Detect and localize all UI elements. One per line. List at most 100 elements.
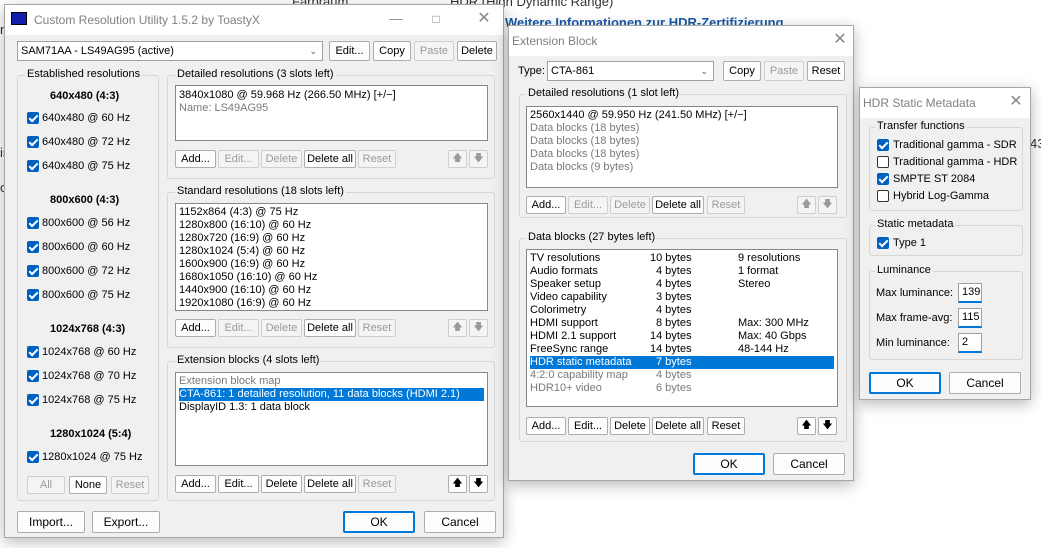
list-item[interactable]: Data blocks (18 bytes) [530, 122, 834, 135]
list-item[interactable]: DisplayID 1.3: 1 data block [179, 401, 484, 414]
list-item[interactable]: 2560x1440 @ 59.950 Hz (241.50 MHz) [+/−] [530, 109, 834, 122]
copy-button[interactable]: Copy [723, 61, 761, 81]
checkbox[interactable] [877, 139, 889, 151]
table-row[interactable]: Video capability 3 bytes [530, 291, 834, 304]
reset-button[interactable]: Reset [111, 476, 149, 494]
checkbox[interactable] [27, 112, 39, 124]
delete-button[interactable]: Delete [610, 417, 650, 435]
delete-button[interactable]: Delete [610, 196, 650, 214]
table-row[interactable]: TV resolutions 10 bytes 9 resolutions [530, 252, 834, 265]
arrow-up-icon[interactable]: 🡅 [448, 319, 467, 337]
table-row[interactable]: Speaker setup 4 bytes Stereo [530, 278, 834, 291]
delete-all-button[interactable]: Delete all [304, 319, 356, 337]
add-button[interactable]: Add... [175, 475, 216, 493]
reset-button[interactable]: Reset [807, 61, 845, 81]
checkbox[interactable] [27, 136, 39, 148]
checkbox[interactable] [27, 241, 39, 253]
checkbox[interactable] [877, 173, 889, 185]
add-button[interactable]: Add... [175, 150, 216, 168]
arrow-up-icon[interactable]: 🡅 [448, 150, 467, 168]
standard-resolutions-list[interactable]: 1152x864 (4:3) @ 75 Hz 1280x800 (16:10) … [175, 203, 488, 311]
checkbox[interactable] [27, 265, 39, 277]
data-blocks-list[interactable]: TV resolutions 10 bytes 9 resolutions Audi… [526, 249, 838, 407]
list-item[interactable]: Data blocks (9 bytes) [530, 161, 834, 174]
delete-all-button[interactable]: Delete all [304, 150, 356, 168]
list-item[interactable]: Data blocks (18 bytes) [530, 148, 834, 161]
edit-button[interactable]: Edit... [568, 196, 608, 214]
checkbox[interactable] [27, 346, 39, 358]
list-item[interactable]: Name: LS49AG95 [179, 102, 484, 115]
arrow-up-icon[interactable]: 🡅 [797, 196, 816, 214]
edit-button[interactable]: Edit... [568, 417, 608, 435]
table-row[interactable]: HDR10+ video 6 bytes [530, 382, 834, 395]
list-item[interactable]: 1280x800 (16:10) @ 60 Hz [179, 219, 484, 232]
delete-all-button[interactable]: Delete all [652, 417, 704, 435]
arrow-up-icon[interactable]: 🡅 [448, 475, 467, 493]
list-item[interactable]: 1152x864 (4:3) @ 75 Hz [179, 206, 484, 219]
list-item[interactable]: 1280x1024 (5:4) @ 60 Hz [179, 245, 484, 258]
delete-all-button[interactable]: Delete all [652, 196, 704, 214]
checkbox[interactable] [27, 394, 39, 406]
delete-button[interactable]: Delete [261, 150, 302, 168]
arrow-down-icon[interactable]: 🡇 [818, 196, 837, 214]
checkbox[interactable] [877, 156, 889, 168]
list-item[interactable]: 1280x720 (16:9) @ 60 Hz [179, 232, 484, 245]
delete-monitor-button[interactable]: Delete [457, 41, 497, 61]
add-button[interactable]: Add... [526, 196, 566, 214]
import-button[interactable]: Import... [17, 511, 85, 533]
checkbox[interactable] [27, 160, 39, 172]
table-row[interactable]: 4:2:0 capability map 4 bytes [530, 369, 834, 382]
maximize-icon[interactable]: □ [425, 9, 447, 29]
copy-button[interactable]: Copy [373, 41, 411, 61]
checkbox[interactable] [27, 451, 39, 463]
close-icon[interactable]: ✕ [829, 30, 851, 50]
list-item[interactable]: 1440x900 (16:10) @ 60 Hz [179, 284, 484, 297]
list-item[interactable]: 1920x1080 (16:9) @ 60 Hz [179, 297, 484, 310]
checkbox[interactable] [877, 190, 889, 202]
reset-button[interactable]: Reset [707, 196, 745, 214]
table-row[interactable]: FreeSync range 14 bytes 48-144 Hz [530, 343, 834, 356]
export-button[interactable]: Export... [92, 511, 160, 533]
detailed-resolutions-list[interactable]: 2560x1440 @ 59.950 Hz (241.50 MHz) [+/−]… [526, 106, 838, 188]
title-bar[interactable]: Custom Resolution Utility 1.5.2 by Toast… [5, 5, 503, 35]
arrow-down-icon[interactable]: 🡇 [818, 417, 837, 435]
detailed-resolutions-list[interactable]: 3840x1080 @ 59.968 Hz (266.50 MHz) [+/−]… [175, 85, 488, 141]
max-frame-avg-input[interactable]: 115 [958, 308, 982, 328]
edit-button[interactable]: Edit... [218, 150, 259, 168]
edit-button[interactable]: Edit... [218, 475, 259, 493]
cancel-button[interactable]: Cancel [424, 511, 496, 533]
reset-button[interactable]: Reset [358, 150, 396, 168]
close-icon[interactable]: ✕ [1005, 92, 1027, 112]
arrow-down-icon[interactable]: 🡇 [469, 475, 488, 493]
list-item[interactable]: 1680x1050 (16:10) @ 60 Hz [179, 271, 484, 284]
table-row[interactable]: Colorimetry 4 bytes [530, 304, 834, 317]
edit-monitor-button[interactable]: Edit... [329, 41, 370, 61]
delete-button[interactable]: Delete [261, 319, 302, 337]
close-icon[interactable]: ✕ [473, 9, 495, 29]
type-select[interactable]: CTA-861 ⌄ [547, 61, 714, 81]
ok-button[interactable]: OK [343, 511, 415, 533]
checkbox[interactable] [27, 217, 39, 229]
arrow-down-icon[interactable]: 🡇 [469, 319, 488, 337]
reset-button[interactable]: Reset [358, 319, 396, 337]
delete-button[interactable]: Delete [261, 475, 302, 493]
list-item[interactable]: Data blocks (18 bytes) [530, 135, 834, 148]
max-luminance-input[interactable]: 139 [958, 283, 982, 303]
checkbox[interactable] [27, 370, 39, 382]
table-row[interactable]: HDR static metadata 7 bytes [530, 356, 834, 369]
table-row[interactable]: HDMI support 8 bytes Max: 300 MHz [530, 317, 834, 330]
min-luminance-input[interactable]: 2 [958, 333, 982, 353]
reset-button[interactable]: Reset [358, 475, 396, 493]
monitor-select[interactable]: SAM71AA - LS49AG95 (active) ⌄ [17, 41, 323, 61]
list-item[interactable]: 1600x900 (16:9) @ 60 Hz [179, 258, 484, 271]
ok-button[interactable]: OK [869, 372, 941, 394]
arrow-up-icon[interactable]: 🡅 [797, 417, 816, 435]
list-item[interactable]: Extension block map [179, 375, 484, 388]
extension-blocks-list[interactable]: Extension block map CTA-861: 1 detailed … [175, 372, 488, 466]
add-button[interactable]: Add... [526, 417, 566, 435]
all-button[interactable]: All [27, 476, 65, 494]
arrow-down-icon[interactable]: 🡇 [469, 150, 488, 168]
paste-button[interactable]: Paste [764, 61, 804, 81]
table-row[interactable]: Audio formats 4 bytes 1 format [530, 265, 834, 278]
paste-button[interactable]: Paste [414, 41, 454, 61]
